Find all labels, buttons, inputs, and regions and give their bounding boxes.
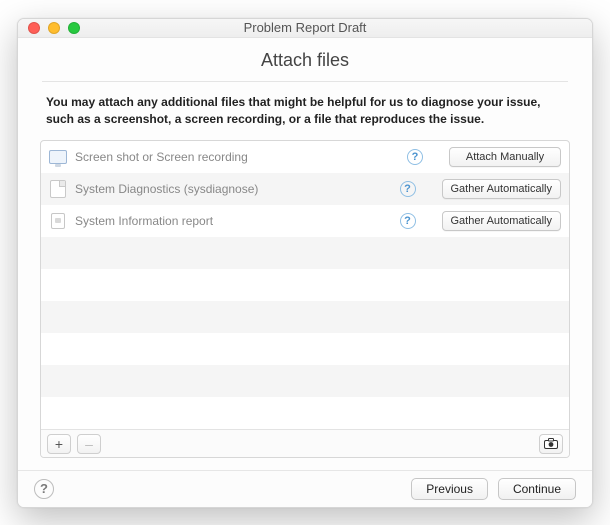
bottom-bar: ? Previous Continue: [18, 470, 592, 506]
attachment-action-button[interactable]: Gather Automatically: [442, 211, 562, 231]
zoom-icon[interactable]: [68, 22, 80, 34]
add-button[interactable]: +: [47, 434, 71, 454]
close-icon[interactable]: [28, 22, 40, 34]
attachment-row-empty: [41, 237, 569, 269]
camera-button[interactable]: [539, 434, 563, 454]
attachment-row[interactable]: System Information report? Gather Automat…: [41, 205, 569, 237]
row-help-icon[interactable]: ?: [400, 213, 416, 229]
attachment-row-empty: [41, 333, 569, 365]
dialog-window: Problem Report Draft Attach files You ma…: [17, 18, 593, 508]
attachment-row-empty: [41, 365, 569, 397]
window-title: Problem Report Draft: [18, 20, 592, 35]
chip-icon: [51, 213, 65, 229]
attachment-label: System Information report: [75, 214, 392, 228]
continue-button[interactable]: Continue: [498, 478, 576, 500]
remove-button[interactable]: –: [77, 434, 101, 454]
row-help-icon[interactable]: ?: [407, 149, 423, 165]
attachment-action-button[interactable]: Attach Manually: [449, 147, 561, 167]
content-area: Attach files You may attach any addition…: [18, 38, 592, 471]
attachment-row[interactable]: System Diagnostics (sysdiagnose)? Gather …: [41, 173, 569, 205]
row-help-icon[interactable]: ?: [400, 181, 416, 197]
attachment-action-button[interactable]: Gather Automatically: [442, 179, 562, 199]
attachments-toolbar: + –: [41, 429, 569, 457]
minimize-icon[interactable]: [48, 22, 60, 34]
attachment-label: System Diagnostics (sysdiagnose): [75, 182, 392, 196]
attachment-row-empty: [41, 301, 569, 333]
row-icon-cell: [49, 179, 67, 199]
page-title: Attach files: [40, 48, 570, 81]
attachments-list: Screen shot or Screen recording? Attach M…: [40, 140, 570, 458]
camera-icon: [544, 438, 558, 449]
attachment-row-empty: [41, 269, 569, 301]
previous-button[interactable]: Previous: [411, 478, 488, 500]
row-icon-cell: [49, 211, 67, 231]
attachment-row[interactable]: Screen shot or Screen recording? Attach M…: [41, 141, 569, 173]
help-button[interactable]: ?: [34, 479, 54, 499]
attachment-row-empty: [41, 397, 569, 429]
attachments-rows: Screen shot or Screen recording? Attach M…: [41, 141, 569, 429]
titlebar: Problem Report Draft: [18, 19, 592, 38]
row-icon-cell: [49, 147, 67, 167]
file-icon: [50, 180, 66, 198]
instructions-text: You may attach any additional files that…: [40, 82, 570, 141]
window-controls: [18, 22, 80, 34]
attachment-label: Screen shot or Screen recording: [75, 150, 399, 164]
monitor-icon: [49, 150, 67, 164]
